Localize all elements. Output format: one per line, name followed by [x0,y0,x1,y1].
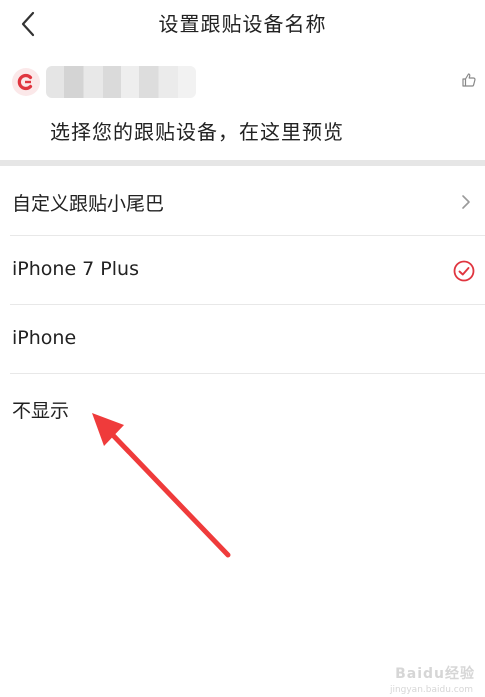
divider [10,304,485,305]
option-iphone-7-plus[interactable]: iPhone 7 Plus [0,237,485,305]
checkmark-circle-icon [453,260,475,282]
option-label: 自定义跟贴小尾巴 [12,193,165,215]
option-label: iPhone [12,327,77,349]
divider [10,235,485,236]
preview-text: 选择您的跟贴设备，在这里预览 [50,120,344,144]
watermark-url: jingyan.baidu.com [389,685,473,695]
option-label: 不显示 [12,400,70,422]
nav-header: 设置跟贴设备名称 [0,0,485,48]
watermark: Baidu经验 [395,666,475,682]
option-custom-tail[interactable]: 自定义跟贴小尾巴 [0,168,485,236]
option-label: iPhone 7 Plus [12,258,139,280]
page-title: 设置跟贴设备名称 [158,12,327,36]
blurred-username [46,66,196,98]
option-iphone[interactable]: iPhone [0,306,485,374]
app-logo-icon [17,73,33,91]
chevron-right-icon [462,195,470,209]
divider [10,373,485,374]
section-divider [0,160,485,166]
option-hide[interactable]: 不显示 [0,375,485,443]
thumbs-up-icon[interactable] [461,72,477,88]
